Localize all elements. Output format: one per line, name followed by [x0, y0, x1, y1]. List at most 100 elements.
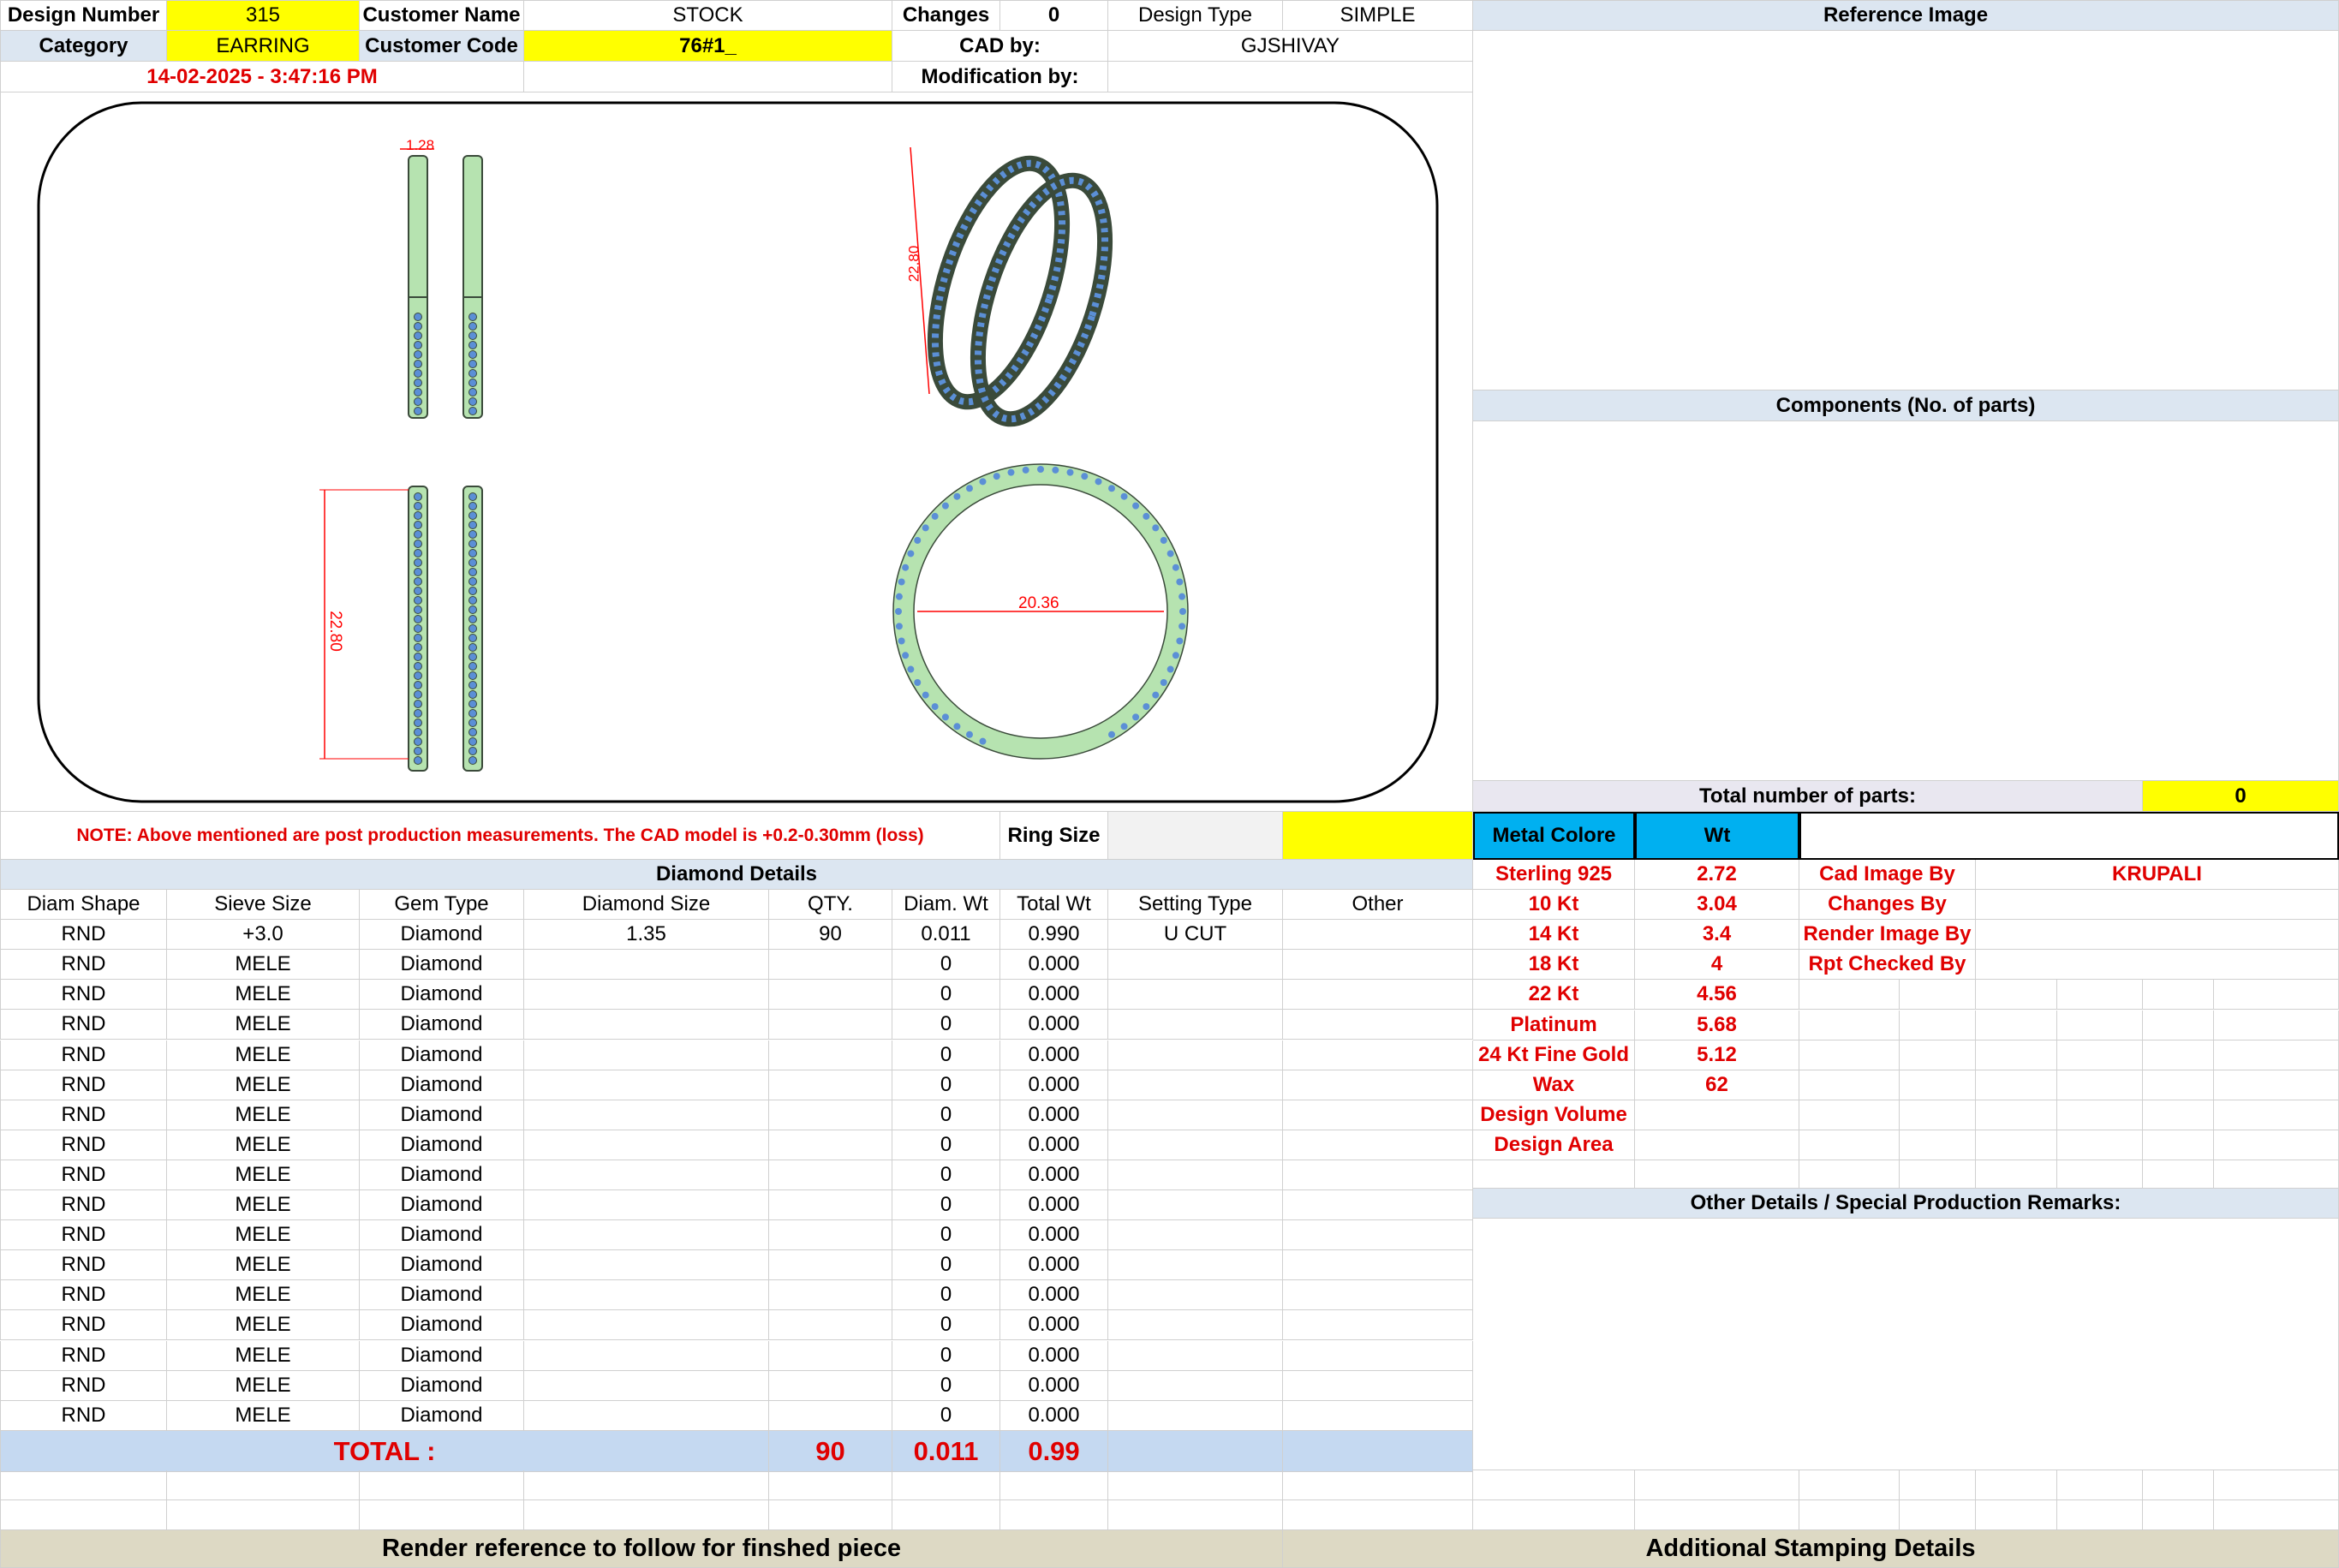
grid-cell[interactable]: [1900, 1160, 1976, 1189]
grid-cell[interactable]: [2143, 1130, 2214, 1160]
grid-cell[interactable]: [1976, 1100, 2057, 1130]
sieve-size-cell[interactable]: MELE: [167, 1310, 360, 1340]
grid-cell[interactable]: [1799, 1130, 1900, 1160]
diam-wt-cell[interactable]: 0: [892, 1341, 1000, 1371]
grid-cell[interactable]: [1976, 1130, 2057, 1160]
qty-cell[interactable]: [769, 1401, 892, 1431]
diam-wt-cell[interactable]: 0: [892, 1280, 1000, 1310]
qty-cell[interactable]: [769, 1371, 892, 1401]
total-wt-cell[interactable]: 0.000: [1000, 1310, 1108, 1340]
gem-type-cell[interactable]: Diamond: [360, 1250, 524, 1280]
other-cell[interactable]: [1283, 1401, 1473, 1431]
metal-wt-cell[interactable]: 5.12: [1635, 1040, 1799, 1070]
diam-shape-cell[interactable]: RND: [0, 1100, 167, 1130]
grid-cell[interactable]: [1976, 1040, 2057, 1070]
diam-wt-cell[interactable]: 0: [892, 1100, 1000, 1130]
qty-cell[interactable]: [769, 1341, 892, 1371]
other-cell[interactable]: [1283, 1341, 1473, 1371]
grid-cell[interactable]: [2214, 980, 2339, 1010]
diam-shape-cell[interactable]: RND: [0, 1190, 167, 1220]
blank-cell[interactable]: [769, 1500, 892, 1530]
gem-type-cell[interactable]: Diamond: [360, 1401, 524, 1431]
gem-type-cell[interactable]: Diamond: [360, 920, 524, 950]
diam-wt-cell[interactable]: 0: [892, 1250, 1000, 1280]
grid-cell[interactable]: [2214, 1070, 2339, 1100]
grid-cell[interactable]: [2143, 1160, 2214, 1189]
grid-cell[interactable]: [1976, 1160, 2057, 1189]
metal-wt-cell[interactable]: 3.04: [1635, 890, 1799, 920]
other-details-area[interactable]: [1473, 1219, 2339, 1470]
other-cell[interactable]: [1283, 1040, 1473, 1070]
diamond-size-cell[interactable]: [524, 1220, 769, 1250]
diam-wt-cell[interactable]: 0: [892, 1160, 1000, 1190]
diamond-size-cell[interactable]: [524, 1160, 769, 1190]
grid-cell[interactable]: [2214, 1040, 2339, 1070]
design-type-value[interactable]: SIMPLE: [1283, 0, 1473, 31]
total-wt-cell[interactable]: 0.000: [1000, 1100, 1108, 1130]
diamond-size-cell[interactable]: [524, 1310, 769, 1340]
setting-type-cell[interactable]: [1108, 1190, 1283, 1220]
grid-cell[interactable]: [1976, 1070, 2057, 1100]
grid-cell[interactable]: [2214, 1130, 2339, 1160]
gem-type-cell[interactable]: Diamond: [360, 1220, 524, 1250]
grid-cell[interactable]: [1799, 1011, 1900, 1040]
total-wt-cell[interactable]: 0.000: [1000, 980, 1108, 1010]
qty-cell[interactable]: [769, 1190, 892, 1220]
total-wt-cell[interactable]: 0.000: [1000, 1220, 1108, 1250]
sieve-size-cell[interactable]: MELE: [167, 1070, 360, 1100]
other-cell[interactable]: [1283, 1280, 1473, 1310]
diamond-size-cell[interactable]: 1.35: [524, 920, 769, 950]
total-parts-value[interactable]: 0: [2143, 781, 2339, 812]
gem-type-cell[interactable]: Diamond: [360, 1040, 524, 1070]
metal-wt-cell[interactable]: 62: [1635, 1070, 1799, 1100]
diam-shape-cell[interactable]: RND: [0, 1040, 167, 1070]
customer-name-value[interactable]: STOCK: [524, 0, 892, 31]
blank-cell[interactable]: [769, 1470, 892, 1500]
blank-cell[interactable]: [1900, 1470, 1976, 1500]
sieve-size-cell[interactable]: MELE: [167, 1341, 360, 1371]
sieve-size-cell[interactable]: MELE: [167, 1250, 360, 1280]
grid-cell[interactable]: [1976, 1011, 2057, 1040]
setting-type-cell[interactable]: [1108, 1100, 1283, 1130]
setting-type-cell[interactable]: [1108, 1401, 1283, 1431]
blank-cell[interactable]: [1000, 1500, 1108, 1530]
qty-cell[interactable]: [769, 1160, 892, 1190]
sieve-size-cell[interactable]: MELE: [167, 1401, 360, 1431]
blank-cell[interactable]: [2214, 1470, 2339, 1500]
diam-shape-cell[interactable]: RND: [0, 1220, 167, 1250]
diamond-size-cell[interactable]: [524, 1010, 769, 1040]
setting-type-cell[interactable]: [1108, 1010, 1283, 1040]
diam-shape-cell[interactable]: RND: [0, 1130, 167, 1160]
setting-type-cell[interactable]: [1108, 1220, 1283, 1250]
qty-cell[interactable]: [769, 1250, 892, 1280]
blank-cell[interactable]: [1283, 1500, 1473, 1530]
gem-type-cell[interactable]: Diamond: [360, 1371, 524, 1401]
sieve-size-cell[interactable]: MELE: [167, 950, 360, 980]
metal-wt-cell[interactable]: 5.68: [1635, 1011, 1799, 1040]
diamond-size-cell[interactable]: [524, 1040, 769, 1070]
grid-cell[interactable]: [2057, 1100, 2143, 1130]
total-wt-cell[interactable]: 0.000: [1000, 1130, 1108, 1160]
grid-cell[interactable]: [2057, 1130, 2143, 1160]
diamond-size-cell[interactable]: [524, 950, 769, 980]
total-wt-cell[interactable]: 0.990: [1000, 920, 1108, 950]
grid-cell[interactable]: [2214, 1160, 2339, 1189]
customer-code-value[interactable]: 76#1_: [524, 31, 892, 62]
other-cell[interactable]: [1283, 1010, 1473, 1040]
components-area[interactable]: [1473, 421, 2339, 781]
qty-cell[interactable]: [769, 1010, 892, 1040]
diam-shape-cell[interactable]: RND: [0, 920, 167, 950]
sieve-size-cell[interactable]: MELE: [167, 1100, 360, 1130]
setting-type-cell[interactable]: [1108, 1371, 1283, 1401]
diam-wt-cell[interactable]: 0.011: [892, 920, 1000, 950]
grid-cell[interactable]: [1799, 1100, 1900, 1130]
design-number-value[interactable]: 315: [167, 0, 360, 31]
grid-cell[interactable]: [1900, 980, 1976, 1010]
blank-cell[interactable]: [1976, 1500, 2057, 1530]
qty-cell[interactable]: 90: [769, 920, 892, 950]
qty-cell[interactable]: [769, 1070, 892, 1100]
grid-cell[interactable]: [1799, 1070, 1900, 1100]
setting-type-cell[interactable]: U CUT: [1108, 920, 1283, 950]
blank-cell[interactable]: [1799, 1470, 1900, 1500]
diam-wt-cell[interactable]: 0: [892, 1010, 1000, 1040]
